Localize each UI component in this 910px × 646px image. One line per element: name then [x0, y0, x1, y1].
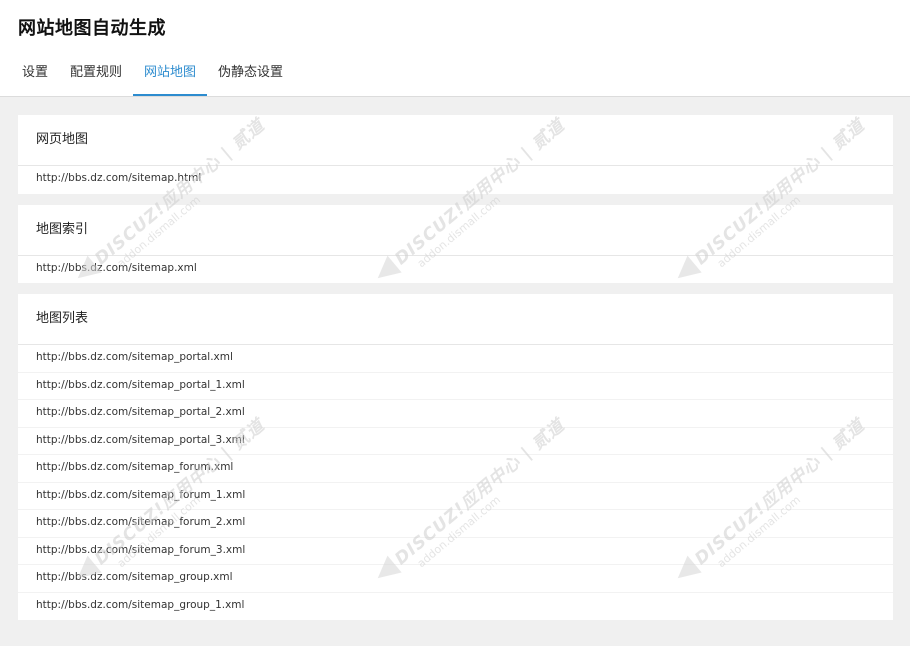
map-index-title: 地图索引 — [18, 205, 893, 256]
list-item: http://bbs.dz.com/sitemap_portal_1.xml — [18, 373, 893, 400]
tab-config-rules[interactable]: 配置规则 — [59, 58, 133, 96]
list-item: http://bbs.dz.com/sitemap_forum_1.xml — [18, 483, 893, 510]
list-item: http://bbs.dz.com/sitemap_portal_3.xml — [18, 428, 893, 455]
web-map-card: 网页地图 http://bbs.dz.com/sitemap.html — [18, 115, 893, 194]
tab-site-map[interactable]: 网站地图 — [133, 58, 208, 96]
map-list-card: 地图列表 http://bbs.dz.com/sitemap_portal.xm… — [18, 294, 893, 620]
list-item: http://bbs.dz.com/sitemap.xml — [36, 261, 197, 274]
tab-settings[interactable]: 设置 — [0, 58, 59, 96]
map-list-title: 地图列表 — [18, 294, 893, 345]
list-item: http://bbs.dz.com/sitemap_portal_2.xml — [18, 400, 893, 428]
list-item: http://bbs.dz.com/sitemap_forum.xml — [18, 455, 893, 483]
list-item: http://bbs.dz.com/sitemap.html — [36, 172, 202, 184]
list-item: http://bbs.dz.com/sitemap_forum_3.xml — [18, 538, 893, 565]
tab-bar: 设置 配置规则 网站地图 伪静态设置 — [0, 58, 294, 97]
list-item: http://bbs.dz.com/sitemap_forum_2.xml — [18, 510, 893, 538]
list-item: http://bbs.dz.com/sitemap_group.xml — [18, 565, 893, 593]
page-title: 网站地图自动生成 — [18, 18, 166, 39]
main-content: 网页地图 http://bbs.dz.com/sitemap.html 地图索引… — [18, 115, 893, 631]
map-index-card: 地图索引 http://bbs.dz.com/sitemap.xml — [18, 204, 893, 283]
tab-rewrite-settings[interactable]: 伪静态设置 — [207, 58, 294, 96]
list-item: http://bbs.dz.com/sitemap_portal.xml — [18, 345, 893, 373]
page-header: 网站地图自动生成 设置 配置规则 网站地图 伪静态设置 — [0, 0, 910, 97]
web-map-title: 网页地图 — [18, 115, 893, 166]
list-item: http://bbs.dz.com/sitemap_group_1.xml — [36, 598, 245, 611]
